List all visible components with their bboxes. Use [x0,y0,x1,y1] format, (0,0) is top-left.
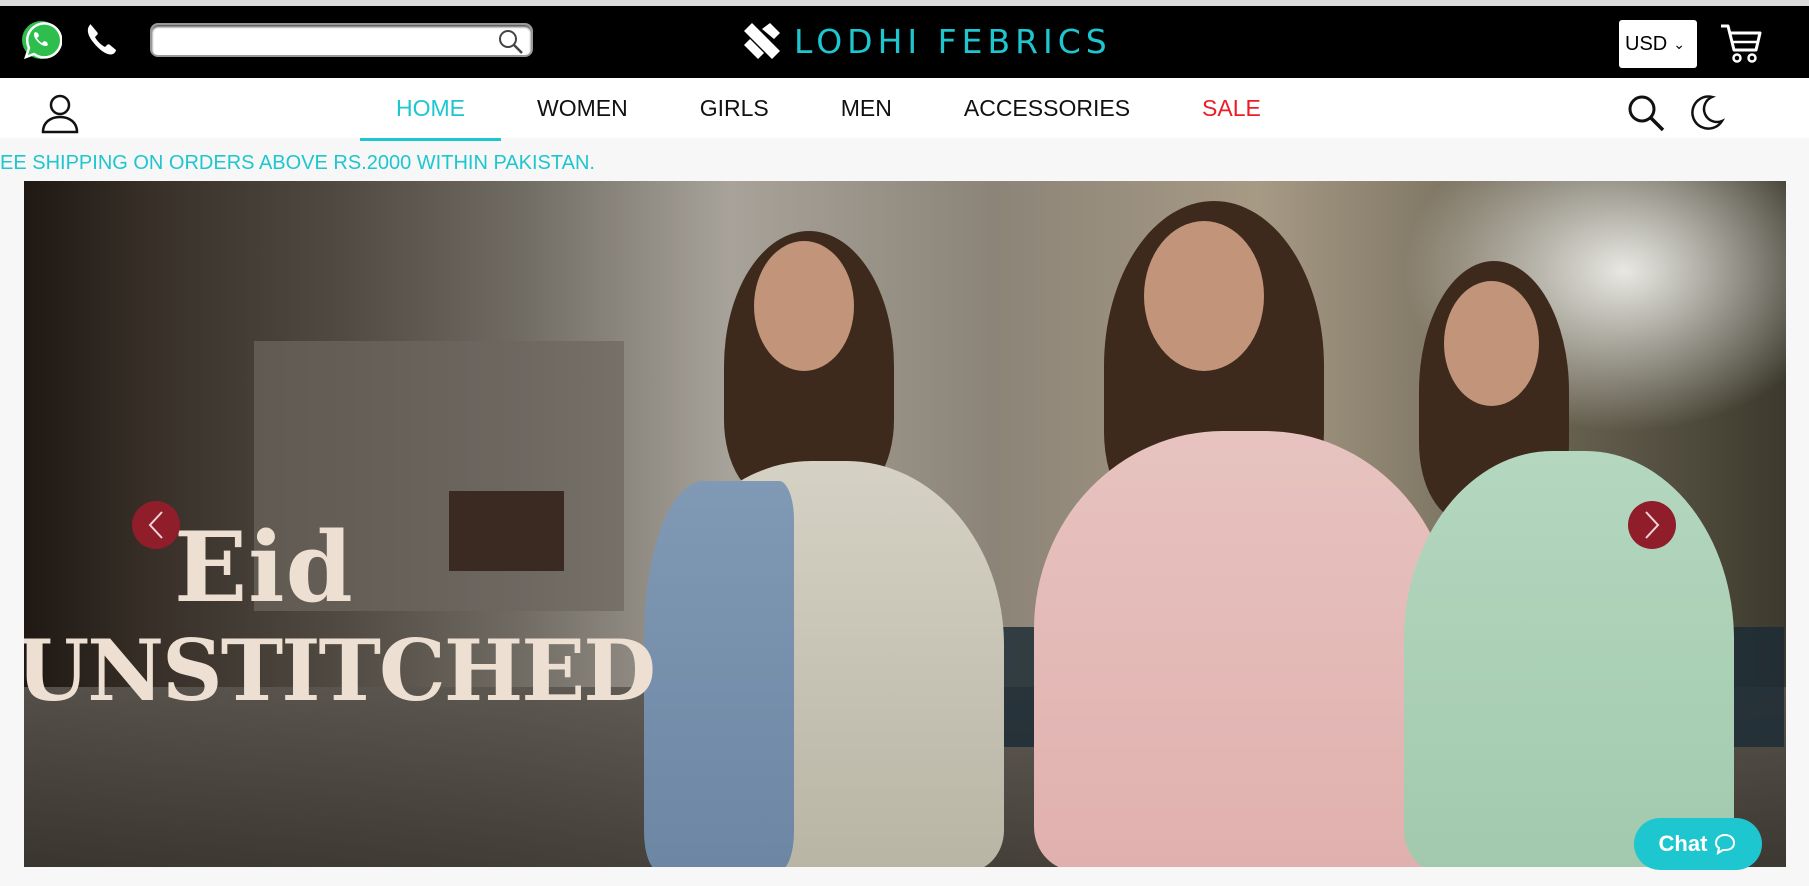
model-face [1144,221,1264,371]
whatsapp-icon[interactable] [20,19,62,61]
slider-next-button[interactable] [1628,501,1676,549]
currency-value: USD [1625,32,1668,55]
chevron-down-icon: ⌄ [1673,35,1685,52]
chat-button[interactable]: Chat [1634,818,1762,870]
chat-bubble-icon [1715,833,1736,856]
dark-mode-moon-icon[interactable] [1686,93,1726,133]
model-pink-outfit [1034,431,1454,867]
top-bar: LODHI FEBRICS USD ⌄ [0,6,1809,78]
logo-mark-icon [744,23,780,59]
chat-label: Chat [1658,831,1708,856]
model-blue-dupatta [644,481,794,867]
slider-prev-button[interactable] [132,501,180,549]
model-face [1444,281,1539,406]
promo-marquee: EE SHIPPING ON ORDERS ABOVE RS.2000 WITH… [0,152,595,174]
cart-icon[interactable] [1718,20,1764,66]
nav-home[interactable]: HOME [360,78,501,141]
model-green-outfit [1404,451,1734,867]
nav-sale[interactable]: SALE [1166,78,1297,138]
nav-men[interactable]: MEN [805,78,928,138]
search-icon[interactable] [1626,93,1666,133]
search-input[interactable] [150,23,533,57]
main-nav: HOME WOMEN GIRLS MEN ACCESSORIES SALE [0,78,1809,141]
search-icon[interactable] [497,28,525,56]
brand-logo[interactable]: LODHI FEBRICS [742,21,1112,61]
nav-girls[interactable]: GIRLS [664,78,805,138]
user-account-icon[interactable] [38,92,82,136]
phone-icon[interactable] [82,20,122,60]
hero-slider[interactable]: Eid UNSTITCHED [24,181,1786,867]
model-face [754,241,854,371]
brand-name: LODHI FEBRICS [794,21,1112,61]
hero-bg-fireplace [449,491,564,571]
chevron-left-icon [148,511,163,539]
chevron-right-icon [1645,511,1660,539]
hero-title-line1: Eid [174,511,354,624]
nav-menu: HOME WOMEN GIRLS MEN ACCESSORIES SALE [360,78,1297,141]
nav-women[interactable]: WOMEN [501,78,664,138]
currency-select[interactable]: USD ⌄ [1619,20,1697,68]
hero-title-line2: UNSTITCHED [24,621,656,720]
nav-accessories[interactable]: ACCESSORIES [928,78,1166,138]
